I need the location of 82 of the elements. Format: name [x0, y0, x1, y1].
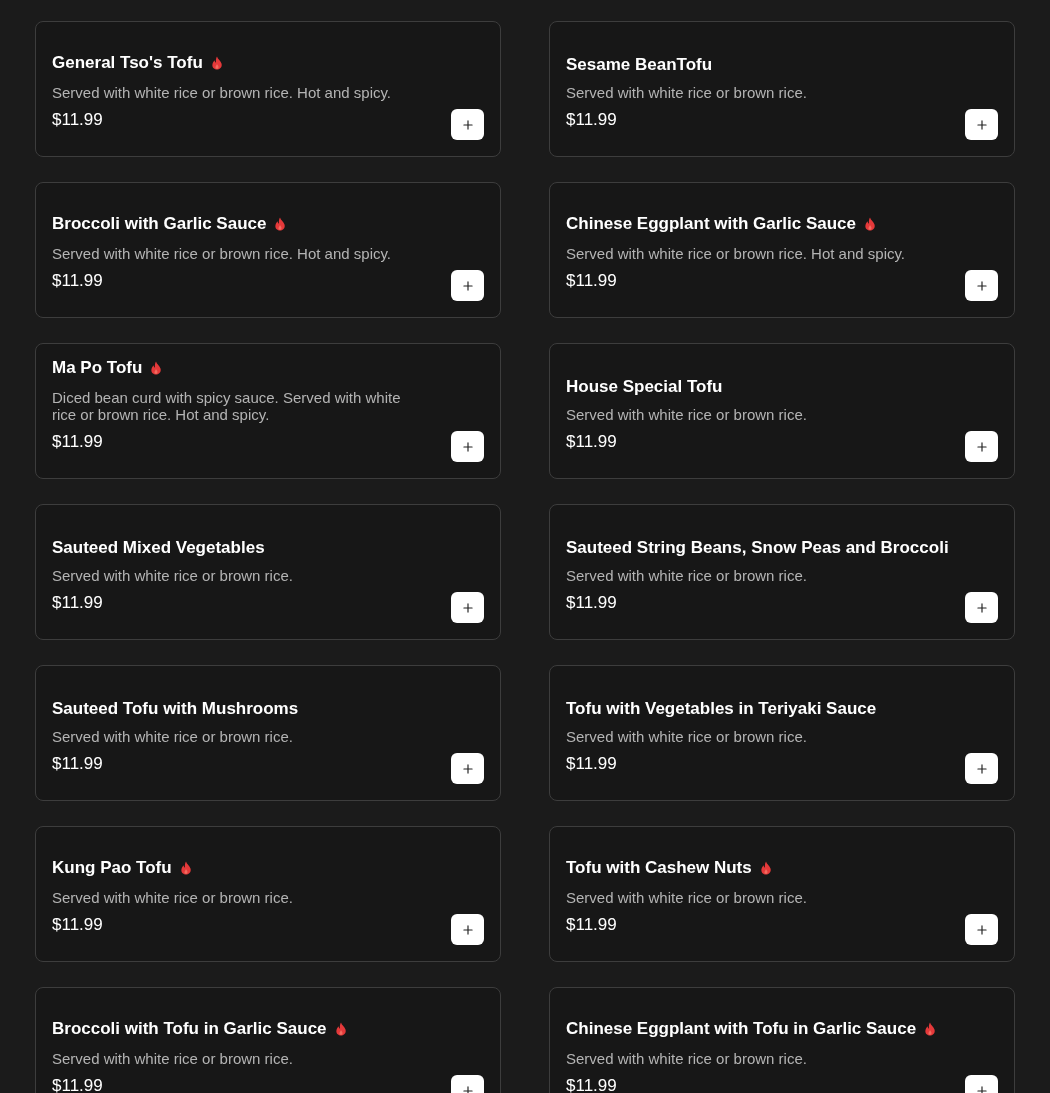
item-price: $11.99 — [52, 752, 104, 775]
plus-icon — [974, 439, 989, 454]
add-button[interactable] — [451, 914, 484, 945]
add-button[interactable] — [965, 109, 998, 140]
menu-item-card[interactable]: Kung Pao Tofu Served with white rice or brown rice. $11.99 — [35, 826, 501, 962]
item-name: Sauteed Mixed Vegetables — [52, 537, 265, 559]
item-price: $11.99 — [566, 913, 618, 936]
menu-item-card[interactable]: Chinese Eggplant with Garlic Sauce Served with white rice or brown rice. Hot and spicy. $11.99 — [549, 182, 1015, 318]
plus-icon — [460, 600, 475, 615]
item-description: Served with white rice or brown rice. — [566, 1049, 808, 1067]
item-name: Sauteed String Beans, Snow Peas and Broccoli — [566, 537, 949, 559]
item-description: Served with white rice or brown rice. — [566, 727, 808, 745]
menu-item-card[interactable]: Tofu with Cashew Nuts Served with white rice or brown rice. $11.99 — [549, 826, 1015, 962]
add-button[interactable] — [965, 914, 998, 945]
item-description: Served with white rice or brown rice. — [52, 888, 294, 906]
item-name: House Special Tofu — [566, 376, 723, 398]
item-price: $11.99 — [52, 1074, 104, 1093]
add-button[interactable] — [451, 270, 484, 301]
item-name: Kung Pao Tofu — [52, 857, 172, 879]
add-button[interactable] — [451, 753, 484, 784]
item-description: Served with white rice or brown rice. — [566, 405, 808, 423]
add-button[interactable] — [965, 592, 998, 623]
plus-icon — [974, 278, 989, 293]
item-name: General Tso's Tofu — [52, 52, 203, 74]
item-description: Diced bean curd with spicy sauce. Served with white rice or brown rice. Hot and spicy. — [52, 388, 402, 423]
add-button[interactable] — [965, 753, 998, 784]
item-description: Served with white rice or brown rice. — [52, 566, 294, 584]
item-description: Served with white rice or brown rice. Hot and spicy. — [566, 244, 907, 262]
item-name: Tofu with Cashew Nuts — [566, 857, 752, 879]
item-price: $11.99 — [566, 752, 618, 775]
item-name: Broccoli with Garlic Sauce — [52, 213, 267, 235]
item-price: $11.99 — [566, 108, 618, 131]
menu-item-card[interactable]: Ma Po Tofu Diced bean curd with spicy sauce. Served with white rice or brown rice. Hot and spicy. $11.99 — [35, 343, 501, 479]
plus-icon — [974, 922, 989, 937]
plus-icon — [974, 1083, 989, 1093]
item-description: Served with white rice or brown rice. — [52, 1049, 294, 1067]
menu-item-card[interactable]: Sauteed String Beans, Snow Peas and Broccoli Served with white rice or brown rice. $11.99 — [549, 504, 1015, 640]
item-name: Sesame BeanTofu — [566, 54, 713, 76]
item-price: $11.99 — [52, 430, 104, 453]
add-button[interactable] — [451, 109, 484, 140]
item-price: $11.99 — [52, 591, 104, 614]
item-price: $11.99 — [566, 269, 618, 292]
item-description: Served with white rice or brown rice. — [566, 83, 808, 101]
plus-icon — [974, 117, 989, 132]
add-button[interactable] — [965, 431, 998, 462]
add-button[interactable] — [451, 592, 484, 623]
item-name: Sauteed Tofu with Mushrooms — [52, 698, 299, 720]
plus-icon — [460, 439, 475, 454]
menu-item-card[interactable]: Broccoli with Tofu in Garlic Sauce Served with white rice or brown rice. $11.99 — [35, 987, 501, 1093]
item-name: Tofu with Vegetables in Teriyaki Sauce — [566, 698, 877, 720]
menu-item-card[interactable]: Tofu with Vegetables in Teriyaki Sauce Served with white rice or brown rice. $11.99 — [549, 665, 1015, 801]
item-price: $11.99 — [566, 430, 618, 453]
item-description: Served with white rice or brown rice. Hot and spicy. — [52, 244, 393, 262]
plus-icon — [460, 1083, 475, 1093]
item-price: $11.99 — [52, 108, 104, 131]
plus-icon — [974, 761, 989, 776]
item-name: Broccoli with Tofu in Garlic Sauce — [52, 1018, 327, 1040]
item-description: Served with white rice or brown rice. — [566, 566, 808, 584]
item-description: Served with white rice or brown rice. — [52, 727, 294, 745]
item-price: $11.99 — [566, 591, 618, 614]
item-description: Served with white rice or brown rice. — [566, 888, 808, 906]
plus-icon — [460, 922, 475, 937]
item-price: $11.99 — [566, 1074, 618, 1093]
plus-icon — [974, 600, 989, 615]
menu-item-card[interactable]: Broccoli with Garlic Sauce Served with white rice or brown rice. Hot and spicy. $11.99 — [35, 182, 501, 318]
item-description: Served with white rice or brown rice. Hot and spicy. — [52, 83, 393, 101]
menu-item-card[interactable]: Sauteed Tofu with Mushrooms Served with white rice or brown rice. $11.99 — [35, 665, 501, 801]
item-name: Chinese Eggplant with Tofu in Garlic Sauce — [566, 1018, 917, 1040]
menu-item-card[interactable]: General Tso's Tofu Served with white rice or brown rice. Hot and spicy. $11.99 — [35, 21, 501, 157]
add-button[interactable] — [965, 270, 998, 301]
item-name: Ma Po Tofu — [52, 357, 143, 379]
menu-item-card[interactable]: Chinese Eggplant with Tofu in Garlic Sauce Served with white rice or brown rice. $11.99 — [549, 987, 1015, 1093]
menu-item-card[interactable]: House Special Tofu Served with white rice or brown rice. $11.99 — [549, 343, 1015, 479]
plus-icon — [460, 761, 475, 776]
add-button[interactable] — [451, 431, 484, 462]
plus-icon — [460, 117, 475, 132]
menu-item-card[interactable]: Sesame BeanTofu Served with white rice or brown rice. $11.99 — [549, 21, 1015, 157]
item-price: $11.99 — [52, 269, 104, 292]
menu-item-card[interactable]: Sauteed Mixed Vegetables Served with white rice or brown rice. $11.99 — [35, 504, 501, 640]
item-price: $11.99 — [52, 913, 104, 936]
item-name: Chinese Eggplant with Garlic Sauce — [566, 213, 856, 235]
plus-icon — [460, 278, 475, 293]
